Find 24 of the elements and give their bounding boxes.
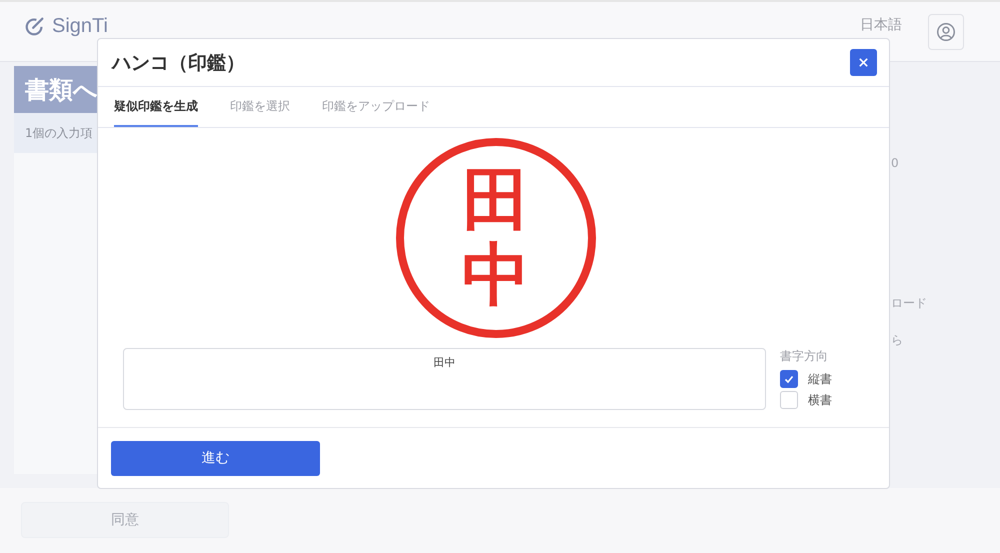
proceed-button[interactable]: 進む: [111, 440, 320, 476]
tab[interactable]: 疑似印鑑を生成: [114, 87, 198, 127]
card-subtitle: 1個の入力項: [25, 124, 93, 142]
name-field[interactable]: 田中: [123, 348, 766, 410]
close-icon: [858, 57, 869, 68]
tab[interactable]: 印鑑をアップロード: [322, 87, 430, 127]
direction-label: 書字方向: [780, 348, 829, 365]
checkbox[interactable]: [780, 370, 798, 388]
tab[interactable]: 印鑑を選択: [230, 87, 290, 127]
logo-icon: [24, 15, 46, 37]
option-label: 縦書: [808, 370, 832, 388]
side-text: 0: [891, 156, 899, 170]
language-selector[interactable]: 日本語: [860, 14, 902, 36]
account-button[interactable]: [928, 14, 964, 50]
logo-text: SignTi: [52, 15, 108, 37]
close-button[interactable]: [850, 49, 877, 76]
card-title: 書類へ: [25, 74, 98, 106]
option-label: 横書: [808, 392, 832, 408]
user-icon: [935, 21, 957, 43]
seal-text: 田中: [462, 163, 530, 313]
side-text: ロード: [891, 295, 927, 312]
dialog-title: ハンコ（印鑑）: [112, 50, 245, 76]
check-icon: [783, 373, 795, 385]
side-text: ら: [891, 332, 903, 349]
